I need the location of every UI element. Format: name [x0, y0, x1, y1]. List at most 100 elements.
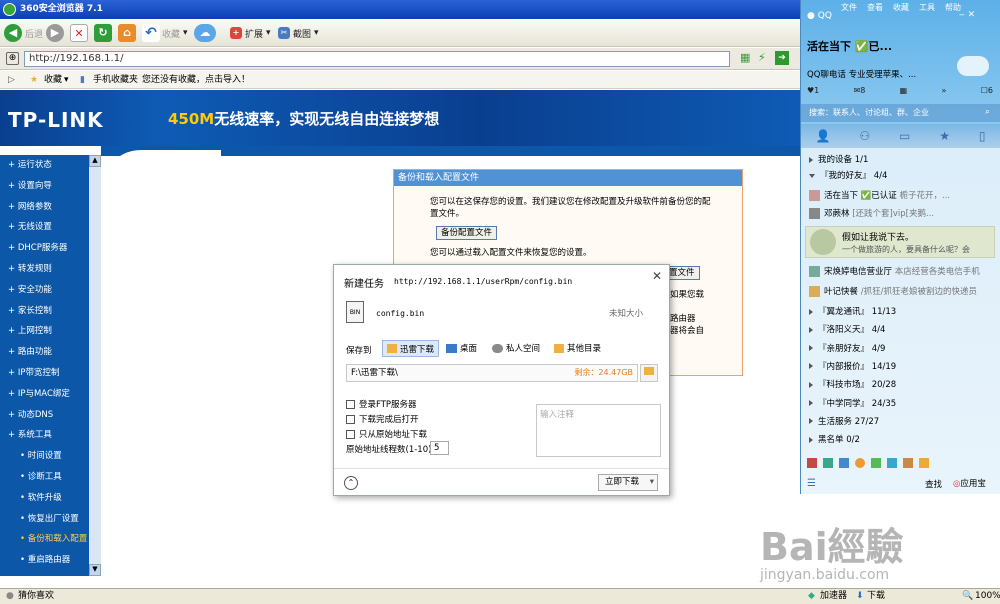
menu-item[interactable]: • 重启路由器 [0, 550, 100, 571]
cloud-button[interactable]: ☁ [194, 23, 216, 43]
qq-group-row[interactable]: 『科技市场』 20/28 [801, 377, 991, 393]
url-input[interactable]: http://192.168.1.1/ [24, 51, 730, 67]
fav-label[interactable]: 收藏 [44, 71, 62, 89]
qq-find-button[interactable]: 查找 [925, 478, 942, 490]
chat-tab-icon[interactable]: ▭ [899, 129, 910, 143]
qq-menu-view[interactable]: 查看 [867, 2, 883, 13]
threads-input[interactable]: 5 [430, 441, 449, 455]
notice-icon[interactable]: ♥1 [807, 86, 819, 95]
home-button[interactable]: ⌂ [118, 23, 136, 43]
menu-item[interactable]: + 转发规则 [0, 259, 100, 280]
menu-scrollbar[interactable]: ▲ ▼ [89, 155, 101, 576]
qq-menu-fav[interactable]: 收藏 [893, 2, 909, 13]
qq-status-line[interactable]: QQ聊电话 专业受理苹果、... [807, 68, 916, 80]
mobile-fav-link[interactable]: 手机收藏夹 [93, 71, 138, 89]
contacts-tab-icon[interactable]: 👤 [815, 129, 830, 143]
app-icon[interactable] [919, 458, 929, 468]
fav-hint[interactable]: 您还没有收藏，点击导入！ [142, 71, 250, 89]
note-textarea[interactable]: 输入注释 [536, 404, 661, 457]
backup-config-button[interactable]: 备份配置文件 [436, 226, 498, 240]
weather-cloud-icon[interactable] [957, 56, 989, 76]
menu-item[interactable]: + DHCP服务器 [0, 238, 100, 259]
menu-item[interactable]: + 家长控制 [0, 301, 100, 322]
open-after-checkbox-row[interactable]: 下载完成后打开 [346, 413, 419, 425]
qr-icon[interactable]: ▦ [740, 51, 750, 64]
search-icon[interactable]: ⌕ [985, 107, 990, 117]
option-desktop[interactable]: 桌面 [446, 342, 477, 354]
qq-badge-icon[interactable]: ☐6 [981, 86, 993, 95]
undo-button[interactable]: ↶ [142, 23, 160, 43]
stop-button[interactable]: ✕ [70, 23, 88, 43]
app-icon[interactable] [887, 458, 897, 468]
qq-search-input[interactable]: 搜索：联系人、讨论组、群、企业 [801, 104, 1000, 122]
qq-ad-card[interactable]: 假如让我说下去。 一个做旅游的人，要具备什么呢？会 [805, 226, 995, 258]
scroll-down-icon[interactable]: ▼ [89, 564, 101, 576]
menu-item[interactable]: + 动态DNS [0, 405, 100, 426]
menu-lines-icon[interactable]: ☰ [807, 478, 816, 489]
app-icon[interactable] [903, 458, 913, 468]
qq-friend-row[interactable]: 邓蕨林 [还践个套]vip[夹鹅... [801, 206, 991, 222]
menu-item[interactable]: + 运行状态 [0, 155, 100, 176]
more-icon[interactable]: » [942, 86, 947, 95]
sidebar-toggle-icon[interactable]: ▷ [8, 71, 15, 89]
grid-icon[interactable]: ▦ [900, 86, 908, 95]
origin-only-checkbox-row[interactable]: 只从原始地址下载 [346, 428, 427, 440]
favorites-button[interactable]: 收藏 ▾ [162, 23, 188, 43]
forward-button[interactable]: ▶ [46, 23, 64, 43]
chevron-up-icon[interactable]: ⌃ [344, 476, 358, 490]
go-arrow-icon[interactable]: ➔ [775, 51, 789, 65]
qq-nickname[interactable]: 活在当下 ✅已... [807, 38, 892, 54]
option-private-space[interactable]: 私人空间 [492, 342, 540, 354]
origin-only-checkbox[interactable] [346, 430, 355, 439]
path-input[interactable]: F:\迅雷下载\ 剩余：24.47GB [346, 364, 638, 382]
scroll-up-icon[interactable]: ▲ [89, 155, 101, 167]
chevron-down-icon[interactable]: ▾ [64, 71, 69, 89]
star-tab-icon[interactable]: ★ [939, 129, 950, 143]
qq-menu-tools[interactable]: 工具 [919, 2, 935, 13]
menu-item[interactable]: + 路由功能 [0, 342, 100, 363]
status-accelerator[interactable]: 加速器 [820, 589, 847, 604]
option-xunlei[interactable]: 迅雷下载 [382, 340, 440, 357]
app-icon[interactable] [871, 458, 881, 468]
menu-item[interactable]: • 诊断工具 [0, 467, 100, 488]
qq-friend-row[interactable]: 宋焕婷电信营业厅 本店经营各类电信手机 [801, 264, 991, 280]
open-after-checkbox[interactable] [346, 415, 355, 424]
menu-item[interactable]: + 网络参数 [0, 197, 100, 218]
qq-group-row[interactable]: 『中学同学』 24/35 [801, 396, 991, 412]
screenshot-button[interactable]: ✂ 截图 ▾ [278, 23, 319, 43]
option-other-dir[interactable]: 其他目录 [554, 342, 601, 354]
qq-friend-row[interactable]: 活在当下 ✅已认证 栀子花开，... [801, 188, 991, 204]
qq-group-row[interactable]: 『洛阳义天』 4/4 [801, 322, 991, 338]
qq-group-devices[interactable]: 我的设备 1/1 [801, 152, 991, 168]
app-icon[interactable] [807, 458, 817, 468]
back-button[interactable]: ◀ 后退 [4, 23, 43, 43]
qq-group-row[interactable]: 黑名单 0/2 [801, 432, 991, 448]
qq-group-row[interactable]: 『翼龙通讯』 11/13 [801, 304, 991, 320]
menu-item[interactable]: + 安全功能 [0, 280, 100, 301]
mail-icon[interactable]: ✉8 [854, 86, 866, 95]
download-now-button[interactable]: 立即下载 ▾ [598, 474, 658, 491]
chevron-down-icon[interactable]: ▾ [650, 475, 654, 490]
browse-folder-button[interactable] [640, 364, 658, 382]
menu-item[interactable]: • 备份和载入配置 [0, 529, 100, 550]
status-zoom[interactable]: 100% [975, 589, 1000, 604]
qq-group-friends[interactable]: 『我的好友』 4/4 [801, 168, 991, 184]
ftp-checkbox-row[interactable]: 登录FTP服务器 [346, 398, 417, 410]
menu-item[interactable]: + 设置向导 [0, 176, 100, 197]
qq-friend-row[interactable]: 叶记快餐 /抓狂/抓狂老娘被割边的快递员 [801, 284, 991, 300]
qq-group-row[interactable]: 『内部报价』 14/19 [801, 359, 991, 375]
status-guess[interactable]: 猜你喜欢 [18, 589, 54, 604]
menu-item[interactable]: + 系统工具 [0, 425, 100, 446]
app-icon[interactable] [823, 458, 833, 468]
qq-window-controls[interactable]: ‒ ✕ [959, 10, 975, 20]
qq-group-row[interactable]: 『亲朋好友』 4/9 [801, 341, 991, 357]
phone-tab-icon[interactable]: ▯ [979, 129, 986, 143]
status-download[interactable]: 下载 [867, 589, 885, 604]
menu-item[interactable]: + 上网控制 [0, 321, 100, 342]
menu-item[interactable]: + IP与MAC绑定 [0, 384, 100, 405]
menu-item[interactable]: • 时间设置 [0, 446, 100, 467]
groups-tab-icon[interactable]: ⚇ [859, 129, 870, 143]
extend-button[interactable]: + 扩展 ▾ [230, 23, 271, 43]
app-icon[interactable] [839, 458, 849, 468]
ftp-checkbox[interactable] [346, 400, 355, 409]
